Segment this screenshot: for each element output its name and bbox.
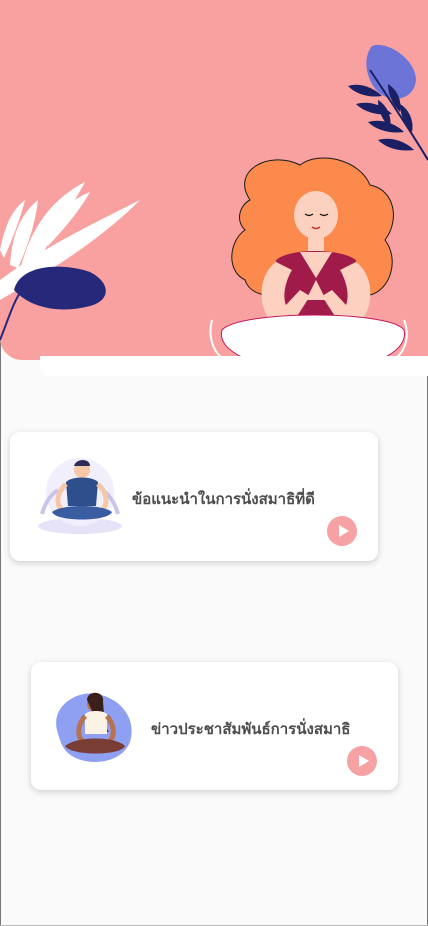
hero-shelf: [40, 356, 428, 376]
navy-leaf: [14, 266, 106, 310]
woman-meditating-illustration: [56, 692, 132, 762]
hero-illustration: [0, 44, 428, 374]
card-title: ข่าวประชาสัมพันธ์การนั่งสมาธิ: [151, 720, 351, 738]
card-meditation-tips[interactable]: ข้อแนะนำในการนั่งสมาธิที่ดี: [10, 432, 378, 561]
man-meditating-illustration: [38, 458, 122, 534]
card-title: ข้อแนะนำในการนั่งสมาธิที่ดี: [132, 490, 315, 508]
play-icon[interactable]: [327, 516, 357, 546]
card-meditation-news[interactable]: ข่าวประชาสัมพันธ์การนั่งสมาธิ: [31, 662, 398, 790]
play-icon[interactable]: [347, 746, 377, 776]
hero-banner: [0, 0, 428, 374]
woman-figure: [209, 157, 408, 374]
